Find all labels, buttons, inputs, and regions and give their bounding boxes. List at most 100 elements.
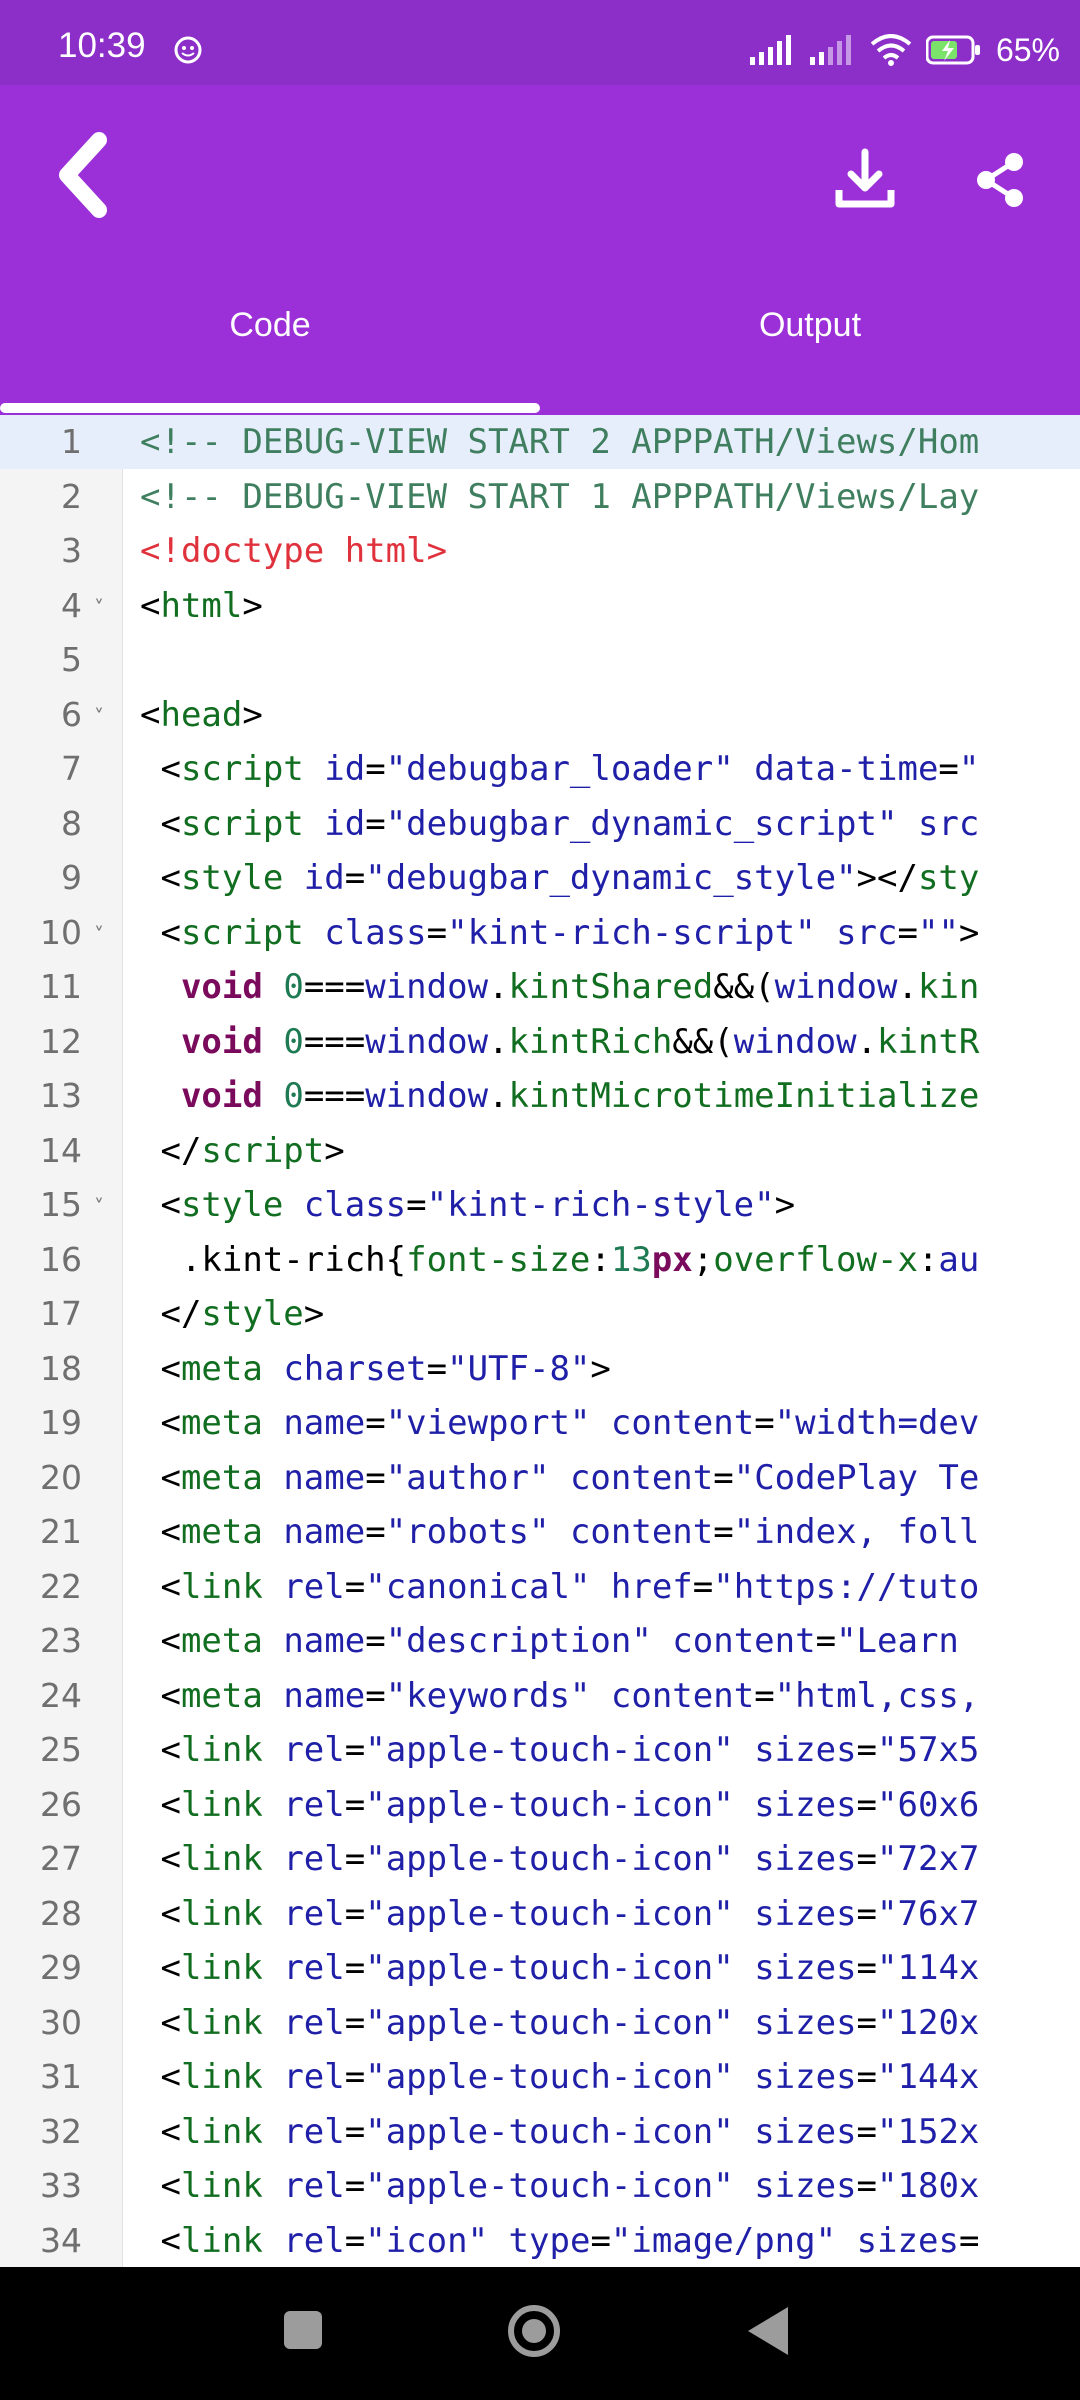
- code-line[interactable]: 7 <script id="debugbar_loader" data-time…: [0, 742, 1080, 796]
- code-token: =: [344, 1784, 366, 1825]
- code-line[interactable]: 20 <meta name="author" content="CodePlay…: [0, 1451, 1080, 1505]
- fold-chevron-icon[interactable]: ˅: [94, 702, 104, 732]
- code-token: =: [365, 1403, 386, 1443]
- code-token: link: [180, 1948, 263, 1988]
- code-token: "apple-touch-icon": [365, 2057, 734, 2097]
- code-token: "debugbar_loader": [385, 749, 734, 789]
- code-line[interactable]: 16 .kint-rich{font-size:13px;overflow-x:…: [0, 1233, 1080, 1287]
- code-editor[interactable]: 1 <!-- DEBUG-VIEW START 2 APPPATH/Views/H…: [0, 415, 1080, 2267]
- code-line[interactable]: 25 <link rel="apple-touch-icon" sizes="5…: [0, 1723, 1080, 1777]
- fold-chevron-icon[interactable]: ˅: [94, 593, 104, 623]
- system-back-button[interactable]: [748, 2307, 788, 2355]
- code-line[interactable]: 2 <!-- DEBUG-VIEW START 1 APPPATH/Views/L…: [0, 470, 1080, 524]
- code-token: ;: [692, 1239, 714, 1280]
- code-token: 0: [283, 1021, 304, 1062]
- code-line[interactable]: 12 void 0===window.kintRich&&(window.kin…: [0, 1015, 1080, 1069]
- code-token: id: [303, 858, 345, 898]
- code-token: link: [180, 2057, 263, 2097]
- recents-button[interactable]: [284, 2311, 322, 2349]
- code-token: =: [344, 2057, 366, 2097]
- code-token: rel: [283, 1839, 345, 1879]
- code-line[interactable]: 24 <meta name="keywords" content="html,c…: [0, 1669, 1080, 1723]
- code-line[interactable]: 6 ˅ <head>: [0, 688, 1080, 742]
- code-line[interactable]: 5: [0, 633, 1080, 687]
- code-line[interactable]: 34 <link rel="icon" type="image/png" siz…: [0, 2214, 1080, 2268]
- signal-icon: [749, 35, 791, 65]
- code-line[interactable]: 1 <!-- DEBUG-VIEW START 2 APPPATH/Views/H…: [0, 415, 1080, 469]
- code-line[interactable]: 32 <link rel="apple-touch-icon" sizes="1…: [0, 2105, 1080, 2159]
- fold-chevron-icon[interactable]: ˅: [94, 1192, 104, 1222]
- download-button[interactable]: [820, 135, 910, 225]
- code-text: <meta name="author" content="CodePlay Te: [140, 1451, 979, 1505]
- code-token: kintShared: [508, 967, 714, 1007]
- code-token: "https://tuto: [713, 1566, 980, 1607]
- code-line[interactable]: 9 <style id="debugbar_dynamic_style"></s…: [0, 851, 1080, 905]
- code-token: rel: [283, 2057, 345, 2097]
- code-line[interactable]: 23 <meta name="description" content="Lea…: [0, 1614, 1080, 1668]
- code-text: <link rel="apple-touch-icon" sizes="114x: [140, 1941, 979, 1995]
- code-token: window: [365, 967, 489, 1007]
- back-button[interactable]: [38, 125, 128, 225]
- code-token: name: [283, 1675, 366, 1716]
- code-token: =: [365, 749, 386, 789]
- code-token: <: [140, 1457, 181, 1498]
- code-token: "": [917, 912, 959, 953]
- code-line[interactable]: 28 <link rel="apple-touch-icon" sizes="7…: [0, 1887, 1080, 1941]
- code-line[interactable]: 10 ˅ <script class="kint-rich-script" src…: [0, 906, 1080, 960]
- share-button[interactable]: [955, 135, 1045, 225]
- code-token: =: [856, 1948, 878, 1988]
- code-line[interactable]: 4 ˅ <html>: [0, 579, 1080, 633]
- code-text: <meta name="description" content="Learn: [140, 1614, 979, 1668]
- code-token: "57x5: [877, 1730, 980, 1770]
- code-line[interactable]: 21 <meta name="robots" content="index, f…: [0, 1505, 1080, 1559]
- signal-icon-2: [809, 35, 851, 65]
- code-line[interactable]: 8 <script id="debugbar_dynamic_script" s…: [0, 797, 1080, 851]
- code-token: au: [938, 1239, 980, 1280]
- fold-chevron-icon[interactable]: ˅: [94, 920, 104, 950]
- code-token: window: [365, 1076, 489, 1116]
- code-line[interactable]: 26 <link rel="apple-touch-icon" sizes="6…: [0, 1778, 1080, 1832]
- code-line[interactable]: 11 void 0===window.kintShared&&(window.k…: [0, 960, 1080, 1014]
- code-token: kin: [917, 967, 980, 1007]
- code-line[interactable]: 31 <link rel="apple-touch-icon" sizes="1…: [0, 2050, 1080, 2104]
- code-token: rel: [283, 1893, 345, 1934]
- code-line[interactable]: 29 <link rel="apple-touch-icon" sizes="1…: [0, 1941, 1080, 1995]
- code-token: =: [856, 2057, 878, 2097]
- code-token: <: [140, 1621, 181, 1661]
- line-number: 11: [40, 967, 82, 1006]
- code-line[interactable]: 18 <meta charset="UTF-8">: [0, 1342, 1080, 1396]
- code-line[interactable]: 3 <!doctype html>: [0, 524, 1080, 578]
- code-line[interactable]: 14 </script>: [0, 1124, 1080, 1178]
- code-token: 13: [610, 1239, 652, 1280]
- line-number: 12: [40, 1021, 82, 1061]
- code-line[interactable]: 15 ˅ <style class="kint-rich-style">: [0, 1178, 1080, 1232]
- tab-code[interactable]: Code: [0, 305, 540, 405]
- code-text: <link rel="apple-touch-icon" sizes="144x: [140, 2050, 979, 2104]
- code-token: <: [140, 2220, 181, 2261]
- code-token: <: [140, 912, 181, 953]
- code-line[interactable]: 17 </style>: [0, 1287, 1080, 1341]
- code-token: "kint-rich-style": [426, 1185, 775, 1225]
- code-line[interactable]: 19 <meta name="viewport" content="width=…: [0, 1396, 1080, 1450]
- tab-output[interactable]: Output: [540, 305, 1080, 405]
- line-number: 23: [40, 1621, 82, 1660]
- code-line[interactable]: 22 <link rel="canonical" href="https://t…: [0, 1560, 1080, 1614]
- code-line[interactable]: 27 <link rel="apple-touch-icon" sizes="7…: [0, 1832, 1080, 1886]
- code-line[interactable]: 30 <link rel="apple-touch-icon" sizes="1…: [0, 1996, 1080, 2050]
- code-line[interactable]: 13 void 0===window.kintMicrotimeInitiali…: [0, 1069, 1080, 1123]
- code-token: px: [651, 1239, 693, 1280]
- code-line[interactable]: 33 <link rel="apple-touch-icon" sizes="1…: [0, 2159, 1080, 2213]
- code-token: :: [590, 1239, 611, 1280]
- code-token: sizes: [754, 1784, 857, 1825]
- code-token: content: [569, 1457, 714, 1498]
